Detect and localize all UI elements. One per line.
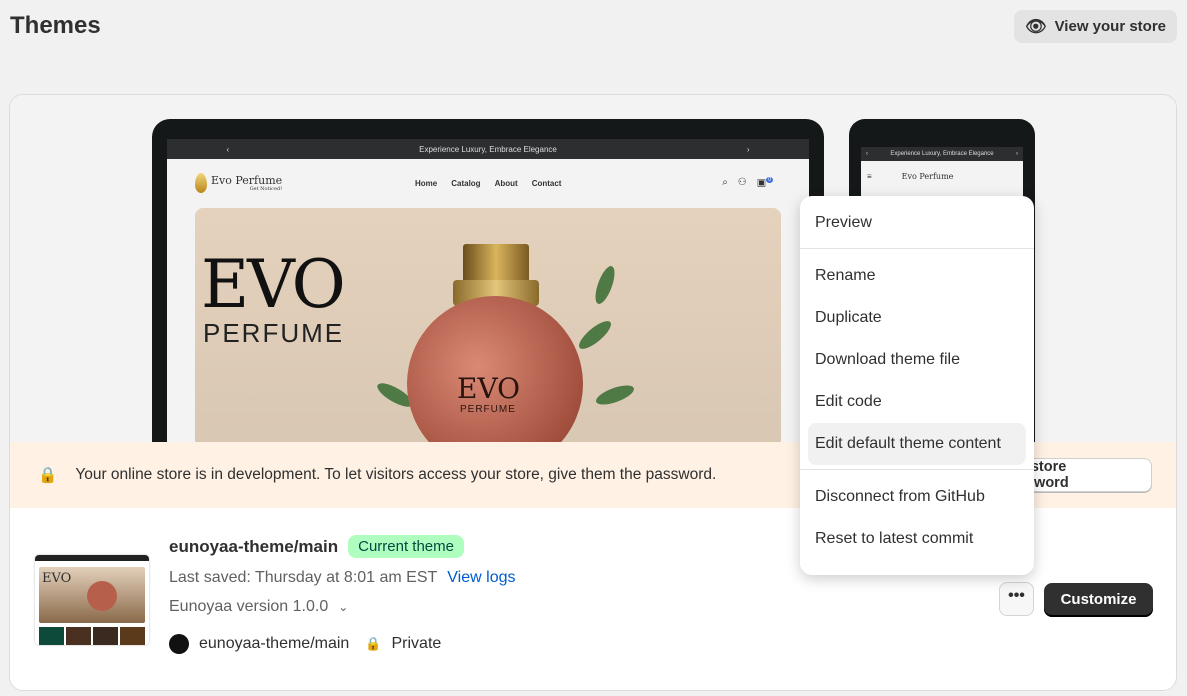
menu-rename[interactable]: Rename [808,255,1026,297]
view-store-button[interactable]: 👁 View your store [1014,10,1177,43]
hamburger-icon: ≡ [867,171,872,181]
nav-home: Home [415,178,438,188]
page-title: Themes [10,12,101,39]
hero-subtitle: PERFUME [203,318,345,348]
menu-preview[interactable]: Preview [808,202,1026,244]
bottle-subtitle: PERFUME [460,404,516,415]
announcement: Experience Luxury, Embrace Elegance [419,144,557,154]
github-icon [169,634,189,654]
customize-button[interactable]: Customize [1044,583,1153,617]
nav-about: About [494,178,518,188]
current-theme-badge: Current theme [348,535,464,558]
last-saved: Last saved: Thursday at 8:01 am EST [169,569,438,586]
hero-banner: EVO PERFUME EVO PERFUME [195,208,781,442]
store-tagline: Get Noticed! [249,185,283,192]
nav-catalog: Catalog [451,178,481,188]
view-store-label: View your store [1054,18,1167,35]
store-brand: Evo Perfume [211,173,283,187]
menu-divider [800,469,1034,470]
menu-download-theme-file[interactable]: Download theme file [808,339,1026,381]
prev-icon: ‹ [226,144,230,154]
bottle-title: EVO [457,372,521,405]
desktop-preview: ‹ Experience Luxury, Embrace Elegance › Ev… [152,119,824,442]
cart-count: 0 [766,177,773,184]
theme-thumbnail: EVO [35,555,149,645]
cart-icon: ▣ 0 [756,177,773,189]
lock-icon: 🔒 [38,466,58,484]
thumbnail-title: EVO [42,571,72,586]
menu-edit-default-theme-content[interactable]: Edit default theme content [808,423,1026,465]
menu-disconnect-github[interactable]: Disconnect from GitHub [808,476,1026,518]
version-dropdown[interactable]: Eunoyaa version 1.0.0 ⌄ [169,598,515,616]
chevron-down-icon: ⌄ [338,600,349,614]
menu-duplicate[interactable]: Duplicate [808,297,1026,339]
theme-actions-menu: Preview Rename Duplicate Download theme … [800,196,1034,575]
alert-text: Your online store is in development. To … [75,466,717,483]
mobile-brand: Evo Perfume [901,171,954,181]
lock-icon: 🔒 [365,636,382,651]
menu-edit-code[interactable]: Edit code [808,381,1026,423]
mobile-announcement: Experience Luxury, Embrace Elegance [890,151,994,157]
eye-icon: 👁 [1024,16,1047,36]
more-actions-button[interactable]: ••• [999,582,1034,616]
menu-divider [800,248,1034,249]
user-icon: ⚇ [737,177,747,189]
visibility: Private [391,635,442,652]
github-repo: eunoyaa-theme/main [199,635,350,652]
next-icon: › [746,144,750,154]
theme-name: eunoyaa-theme/main [169,536,339,556]
nav-contact: Contact [531,178,562,188]
version-label: Eunoyaa version 1.0.0 [169,598,329,615]
search-icon: ⌕ [722,177,728,189]
store-logo: Evo Perfume Get Noticed! [195,173,282,193]
hero-title: EVO [201,246,346,323]
view-logs-link[interactable]: View logs [447,569,515,587]
menu-reset-latest-commit[interactable]: Reset to latest commit [808,518,1026,560]
